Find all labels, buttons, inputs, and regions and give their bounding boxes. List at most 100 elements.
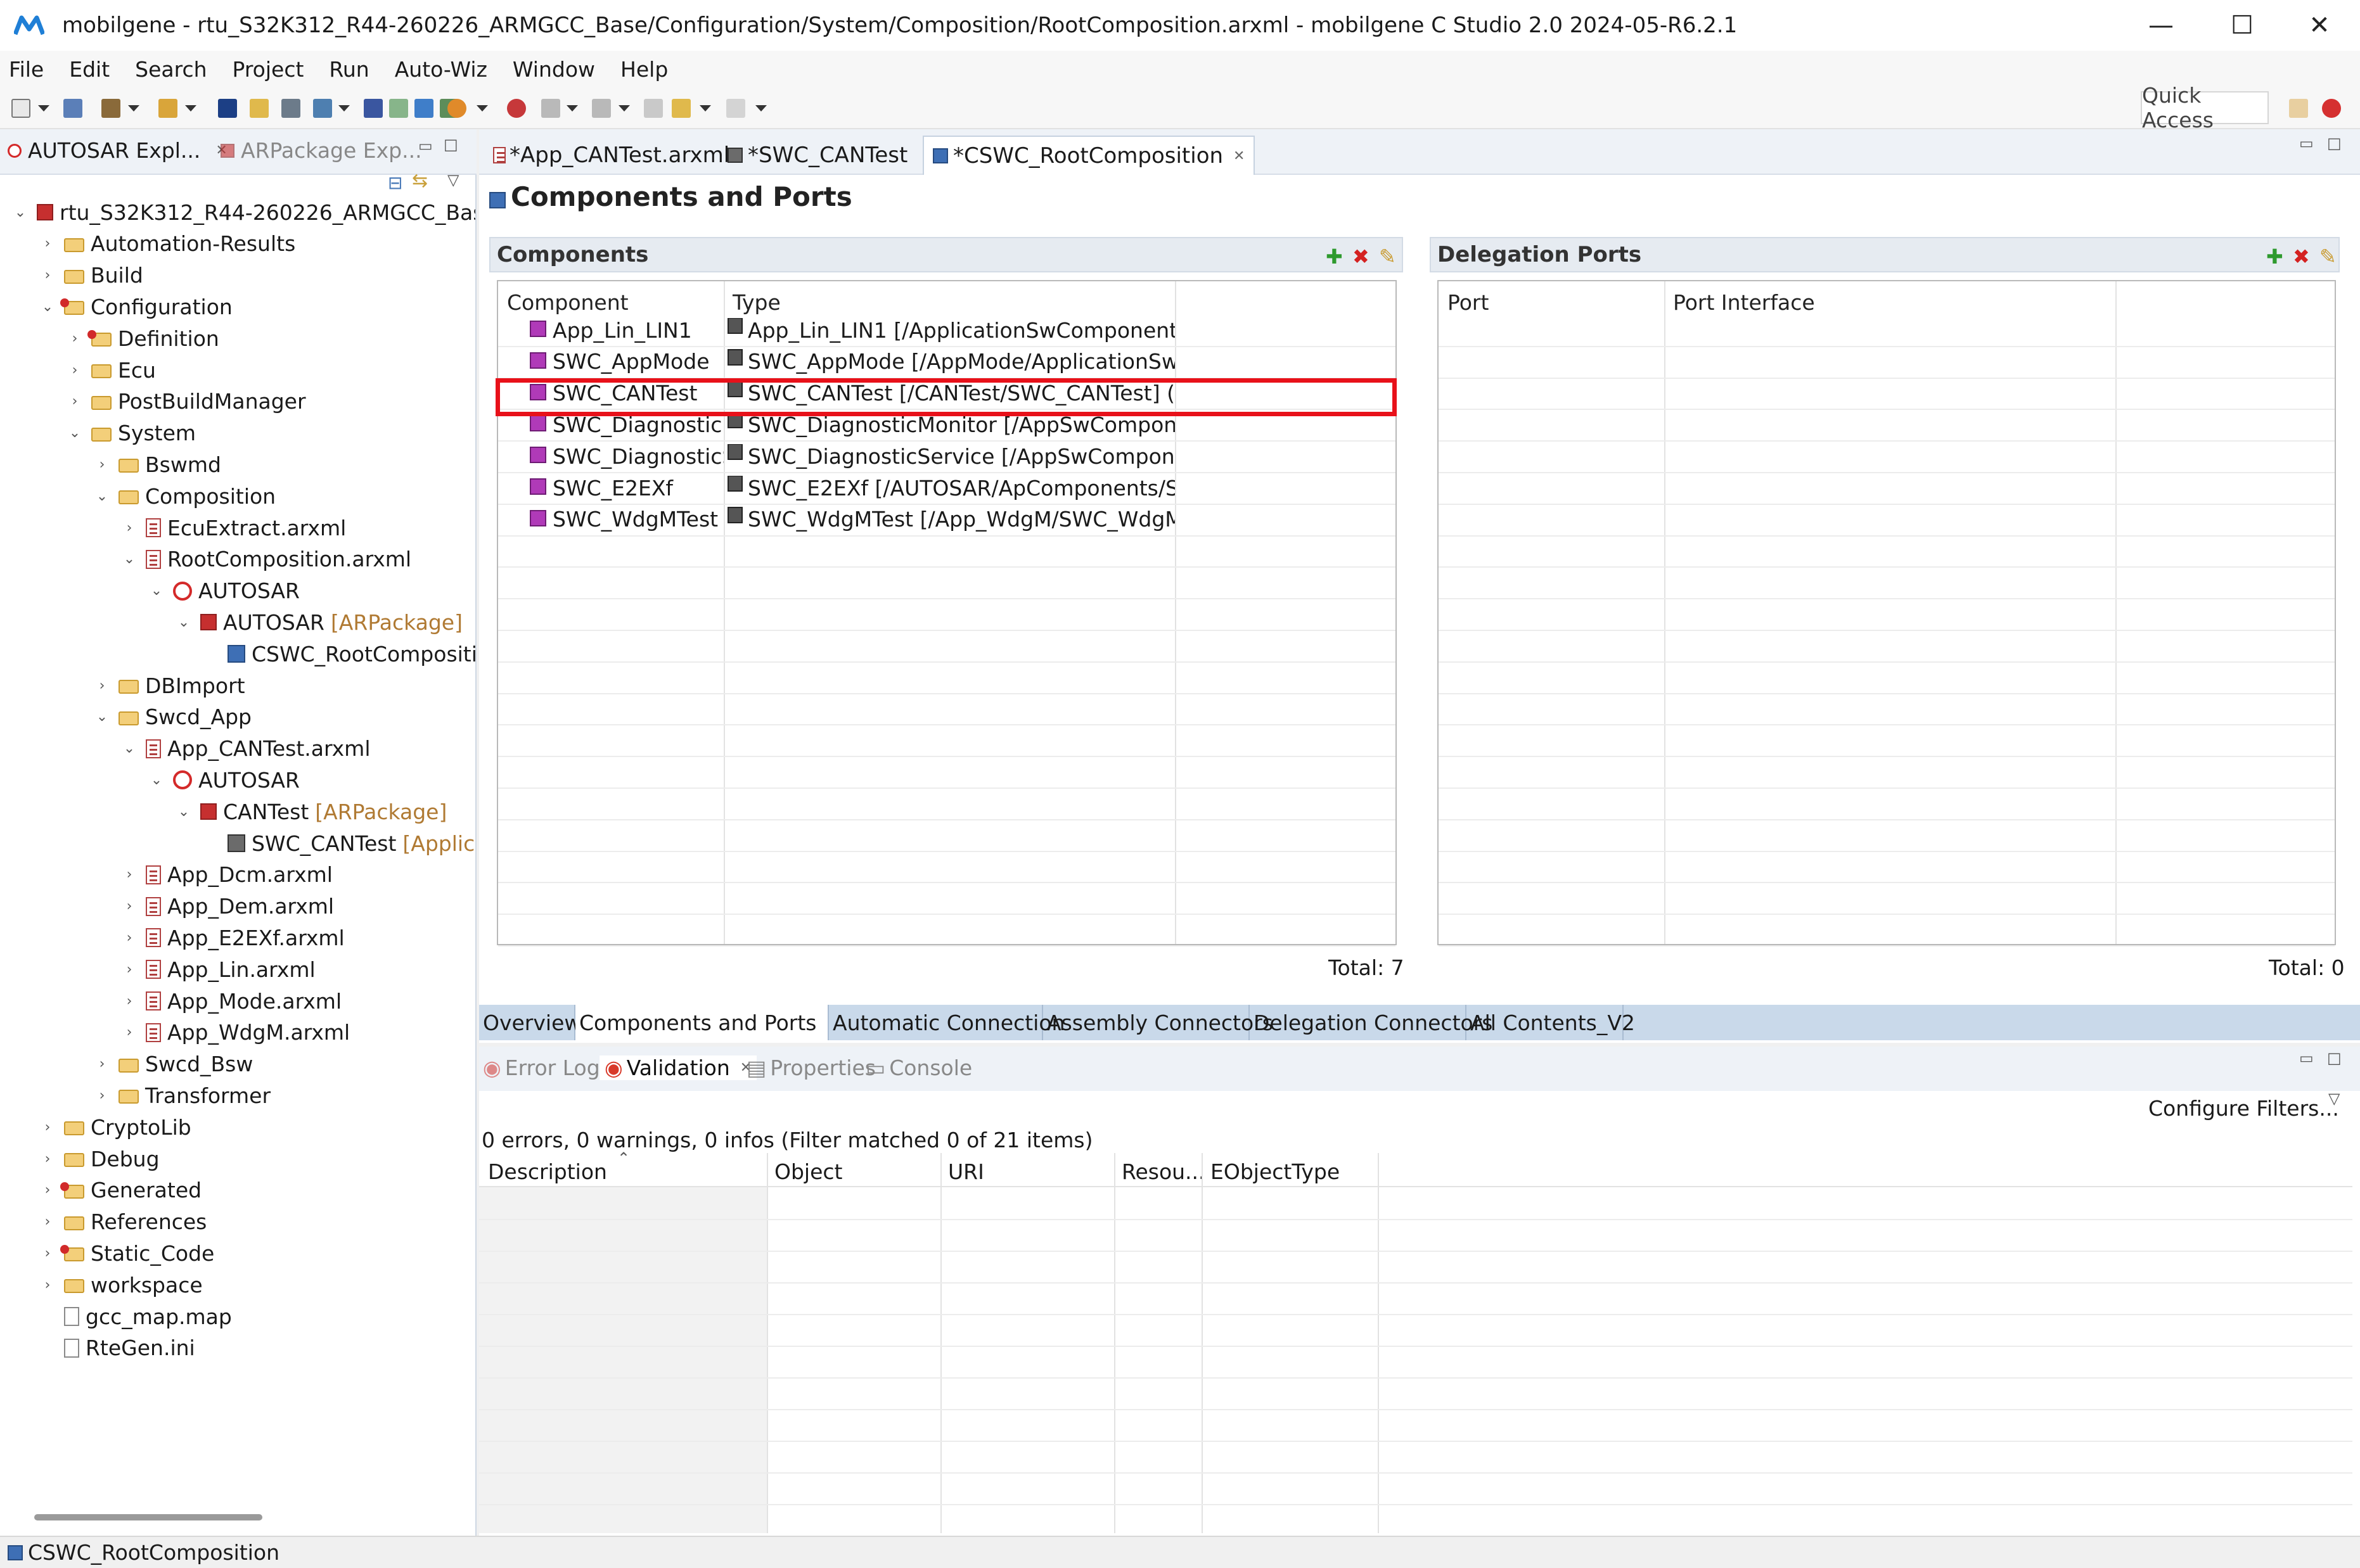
tab-overview[interactable]: Overview xyxy=(479,1005,581,1040)
column-header-resource[interactable]: Resou... xyxy=(1122,1159,1205,1184)
table-row[interactable]: App_Lin_LIN1 App_Lin_LIN1 [/ApplicationSw… xyxy=(498,314,1395,346)
type-cell: SWC_WdgMTest [/App_WdgM/SWC_WdgM... xyxy=(728,507,1175,532)
tab-arpackage-explorer[interactable]: ARPackage Exp... xyxy=(221,138,422,163)
autosar-perspective-icon[interactable] xyxy=(2322,99,2341,118)
quick-access-field[interactable]: Quick Access xyxy=(2141,83,2269,132)
table-row[interactable]: SWC_E2EXf SWC_E2EXf [/AUTOSAR/ApComponent… xyxy=(498,472,1395,504)
menu-run[interactable]: Run xyxy=(329,57,369,82)
tab-validation[interactable]: ◉ Validation ✕ xyxy=(600,1055,757,1080)
link-with-editor-icon[interactable]: ⇆ xyxy=(412,170,428,192)
build-icon[interactable] xyxy=(101,99,120,118)
tab-automatic-connection[interactable]: Automatic Connection xyxy=(829,1005,1065,1040)
menu-help[interactable]: Help xyxy=(620,57,668,82)
row-divider xyxy=(479,1314,2352,1315)
minimize-button[interactable]: — xyxy=(2120,0,2202,51)
import-icon[interactable] xyxy=(313,99,332,118)
menu-file[interactable]: File xyxy=(9,57,44,82)
column-header-uri[interactable]: URI xyxy=(948,1159,984,1184)
horizontal-scrollbar[interactable] xyxy=(34,1514,262,1520)
menu-edit[interactable]: Edit xyxy=(69,57,110,82)
compare-icon[interactable] xyxy=(281,99,300,118)
wizard-icon[interactable] xyxy=(250,99,269,118)
column-header-component[interactable]: Component xyxy=(507,290,629,315)
collapse-all-icon[interactable]: ⊟ xyxy=(388,172,402,193)
last-edit-icon[interactable] xyxy=(644,99,663,118)
view-menu-icon[interactable]: ▽ xyxy=(2328,1090,2340,1107)
back-dropdown-icon[interactable] xyxy=(700,105,711,112)
tab-autosar-explorer[interactable]: AUTOSAR Expl... ✕ xyxy=(8,138,228,163)
column-header-port[interactable]: Port xyxy=(1447,290,1489,315)
annotation-dropdown-icon[interactable] xyxy=(619,105,630,112)
step-icon[interactable] xyxy=(541,99,560,118)
table-row[interactable]: SWC_WdgMTest SWC_WdgMTest [/App_WdgM/SWC_… xyxy=(498,504,1395,535)
generate-dropdown-icon[interactable] xyxy=(185,105,196,112)
tab-delegation-connectors[interactable]: Delegation Connectors xyxy=(1250,1005,1492,1040)
autosar-icon xyxy=(8,143,22,158)
tab-components-and-ports[interactable]: Components and Ports xyxy=(575,1005,829,1040)
edit-icon[interactable]: ✎ xyxy=(1379,245,1396,269)
row-divider xyxy=(479,1409,2352,1410)
row-divider xyxy=(498,882,1395,884)
panel-icon[interactable] xyxy=(389,99,408,118)
text-tool-icon[interactable] xyxy=(218,99,237,118)
minimize-editor-icon[interactable]: ▭ xyxy=(2299,134,2314,152)
forward-icon[interactable] xyxy=(726,99,745,118)
maximize-view-icon[interactable]: □ xyxy=(2327,1049,2342,1067)
row-divider xyxy=(1439,377,2335,379)
tab-properties[interactable]: ▤ Properties xyxy=(747,1055,876,1080)
forward-dropdown-icon[interactable] xyxy=(755,105,767,112)
tab-app-cantest-arxml[interactable]: *App_CANTest.arxml xyxy=(484,136,738,175)
configure-filters-link[interactable]: Configure Filters... xyxy=(2148,1096,2339,1121)
add-icon[interactable]: ✚ xyxy=(1326,245,1343,269)
edit-icon[interactable]: ✎ xyxy=(2319,245,2337,269)
import-dropdown-icon[interactable] xyxy=(338,105,350,112)
add-icon[interactable]: ✚ xyxy=(2266,245,2283,269)
delete-icon[interactable]: ✖ xyxy=(2293,245,2310,269)
row-divider xyxy=(1439,503,2335,505)
step-dropdown-icon[interactable] xyxy=(567,105,578,112)
save-icon[interactable] xyxy=(63,99,82,118)
view-menu-icon[interactable]: ▽ xyxy=(447,171,459,189)
new-icon[interactable] xyxy=(11,99,30,118)
new-dropdown-icon[interactable] xyxy=(38,105,49,112)
minimize-view-icon[interactable]: ▭ xyxy=(418,137,433,155)
menu-project[interactable]: Project xyxy=(233,57,304,82)
tools-icon[interactable] xyxy=(414,99,433,118)
back-icon[interactable] xyxy=(672,99,691,118)
menu-search[interactable]: Search xyxy=(135,57,207,82)
column-header-eobjecttype[interactable]: EObjectType xyxy=(1210,1159,1340,1184)
table-row[interactable]: SWC_AppMode SWC_AppMode [/AppMode/Applica… xyxy=(498,346,1395,378)
column-header-object[interactable]: Object xyxy=(774,1159,842,1184)
table-row[interactable]: SWC_DiagnosticSe SWC_DiagnosticService [/… xyxy=(498,440,1395,472)
column-header-type[interactable]: Type xyxy=(733,290,781,315)
view-icon[interactable] xyxy=(364,99,383,118)
maximize-view-icon[interactable]: □ xyxy=(444,136,458,153)
maximize-button[interactable]: ☐ xyxy=(2202,0,2283,51)
debug-icon[interactable] xyxy=(447,99,466,118)
tab-cswc-rootcomposition[interactable]: *CSWC_RootComposition ✕ xyxy=(923,136,1255,175)
maximize-editor-icon[interactable]: □ xyxy=(2327,134,2342,152)
debug-dropdown-icon[interactable] xyxy=(477,105,488,112)
column-header-port-interface[interactable]: Port Interface xyxy=(1673,290,1815,315)
run-icon[interactable] xyxy=(507,99,526,118)
annotation-icon[interactable] xyxy=(592,99,611,118)
swc-prototype-icon xyxy=(530,478,546,495)
tab-swc-cantest[interactable]: *SWC_CANTest xyxy=(719,136,916,175)
column-header-description[interactable]: Description xyxy=(488,1159,607,1184)
open-perspective-icon[interactable] xyxy=(2289,99,2308,118)
build-dropdown-icon[interactable] xyxy=(128,105,139,112)
row-divider xyxy=(498,566,1395,568)
menu-auto-wiz[interactable]: Auto-Wiz xyxy=(395,57,487,82)
tab-assembly-connectors[interactable]: Assembly Connectors xyxy=(1043,1005,1273,1040)
close-tab-icon[interactable]: ✕ xyxy=(1233,148,1245,164)
delete-icon[interactable]: ✖ xyxy=(1352,245,1369,269)
tab-console[interactable]: ▭ Console xyxy=(866,1055,972,1080)
validation-table-header xyxy=(479,1153,2352,1187)
tab-error-log[interactable]: ◉ Error Log xyxy=(483,1055,600,1080)
minimize-view-icon[interactable]: ▭ xyxy=(2299,1049,2314,1067)
row-divider xyxy=(1439,472,2335,473)
menu-window[interactable]: Window xyxy=(513,57,595,82)
close-button[interactable]: ✕ xyxy=(2279,0,2360,51)
tab-all-contents-v2[interactable]: All Contents_V2 xyxy=(1466,1005,1635,1040)
generate-icon[interactable] xyxy=(158,99,177,118)
